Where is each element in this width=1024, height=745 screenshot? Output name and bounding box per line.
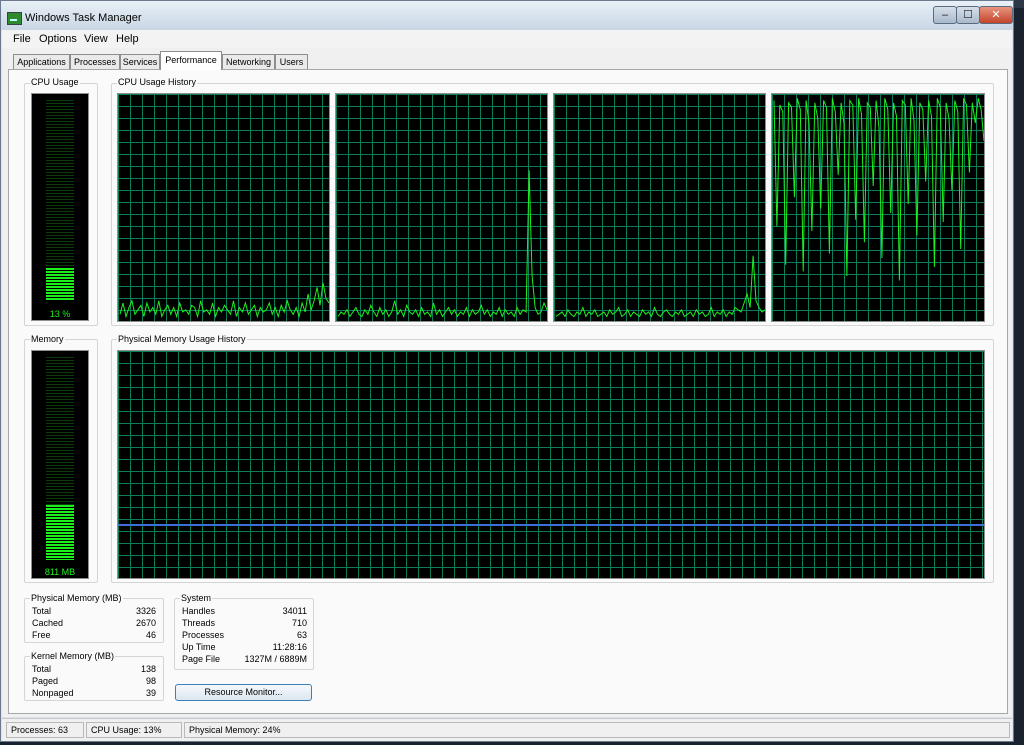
memory-label: Memory: [30, 334, 65, 344]
memory-value: 811 MB: [44, 567, 76, 577]
tab-networking[interactable]: Networking: [222, 54, 275, 69]
tab-users[interactable]: Users: [275, 54, 308, 69]
task-manager-icon: [7, 12, 22, 25]
status-cpu-usage: CPU Usage: 13%: [86, 722, 182, 738]
menu-help[interactable]: Help: [116, 33, 139, 45]
cpu-core-1-line: [119, 282, 329, 319]
cpu-core-3-line: [555, 255, 765, 318]
resource-monitor-button[interactable]: Resource Monitor...: [175, 684, 312, 701]
tab-services[interactable]: Services: [120, 54, 160, 69]
cpu-core-4-line: [773, 98, 984, 281]
cpu-usage-value: 13 %: [49, 309, 71, 319]
status-bar: Processes: 63 CPU Usage: 13% Physical Me…: [2, 718, 1012, 741]
memory-history-graph: [117, 350, 985, 579]
kernel-memory-label: Kernel Memory (MB): [30, 651, 116, 661]
cpu-usage-label: CPU Usage: [30, 77, 80, 87]
menu-file[interactable]: File: [13, 33, 31, 45]
memory-history-label: Physical Memory Usage History: [117, 334, 247, 344]
menu-view[interactable]: View: [84, 33, 108, 45]
system-label: System: [180, 593, 213, 603]
tab-processes[interactable]: Processes: [70, 54, 120, 69]
cpu-core-2-graph: [335, 93, 548, 322]
cpu-core-3-graph: [553, 93, 766, 322]
cpu-core-4-graph: [771, 93, 985, 322]
cpu-usage-meter: 13 %: [31, 93, 89, 321]
memory-meter: 811 MB: [31, 350, 89, 579]
cpu-core-2-line: [337, 170, 547, 318]
tab-applications[interactable]: Applications: [13, 54, 70, 69]
menu-options[interactable]: Options: [39, 33, 77, 45]
minimize-button[interactable]: –: [933, 6, 957, 24]
task-manager-window: Windows Task Manager – ☐ ✕ File Options …: [0, 0, 1014, 742]
maximize-button[interactable]: ☐: [956, 6, 980, 24]
cpu-core-1-graph: [117, 93, 330, 322]
close-button[interactable]: ✕: [979, 6, 1013, 24]
cpu-history-label: CPU Usage History: [117, 77, 198, 87]
menu-bar: File Options View Help: [2, 30, 1012, 48]
window-title: Windows Task Manager: [25, 12, 142, 24]
status-processes: Processes: 63: [6, 722, 84, 738]
memory-meter-fill: [46, 505, 74, 560]
status-physical-memory: Physical Memory: 24%: [184, 722, 1010, 738]
title-bar[interactable]: Windows Task Manager – ☐ ✕: [1, 1, 1013, 30]
cpu-usage-meter-fill: [46, 268, 74, 300]
physical-memory-label: Physical Memory (MB): [30, 593, 123, 603]
tab-performance[interactable]: Performance: [160, 51, 222, 70]
